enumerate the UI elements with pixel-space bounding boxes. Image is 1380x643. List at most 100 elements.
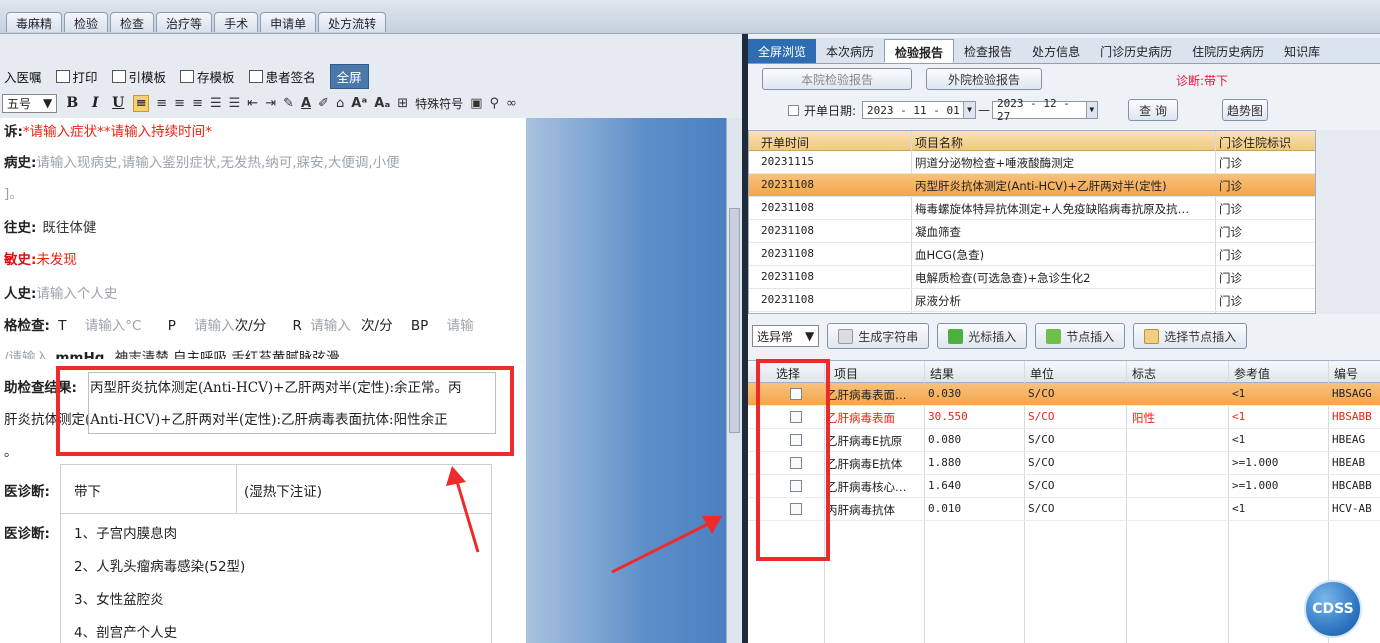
subscript-icon[interactable]: Aₐ (374, 96, 390, 111)
tab-request[interactable]: 申请单 (260, 12, 317, 32)
allergy-field[interactable]: 未发现 (36, 252, 77, 268)
generate-string-button[interactable]: 生成字符串 (827, 323, 930, 349)
table-row[interactable]: 乙肝病毒核心… 1.640 S/CO >=1.000 HBCABB (748, 475, 1380, 498)
past-history-field[interactable]: 既往体健 (42, 220, 96, 236)
abnormal-filter-select[interactable]: 选异常 ▼ (752, 325, 820, 347)
col-item-name[interactable]: 项目名称 (915, 134, 963, 151)
table-row-selected[interactable]: 20231108 丙型肝炎抗体测定(Anti-HCV)+乙肝两对半(定性) 门诊 (749, 174, 1315, 197)
tab-exam[interactable]: 检查 (110, 12, 155, 32)
table-row[interactable]: 20231108 血HCG(急查) 门诊 (749, 243, 1315, 266)
tab-current-record[interactable]: 本次病历 (816, 39, 884, 63)
table-row-abnormal[interactable]: 乙肝病毒表面 30.550 S/CO 阳性 <1 HBSABB (748, 406, 1380, 429)
table-row[interactable]: 20231108 电解质检查(可选急查)+急诊生化2 门诊 (749, 266, 1315, 289)
col-flag[interactable]: 标志 (1132, 365, 1156, 382)
table-row[interactable]: 20231108 梅毒螺旋体特异抗体测定+人免疫缺陷病毒抗原及抗… 门诊 (749, 197, 1315, 220)
node-insert-button[interactable]: 节点插入 (1035, 323, 1126, 349)
table-row[interactable]: 乙肝病毒E抗原 0.080 S/CO <1 HBEAG (748, 429, 1380, 452)
table-row-selected[interactable]: 乙肝病毒表面… 0.030 S/CO <1 HBSAGG (748, 383, 1380, 406)
pulse-field[interactable]: 请输入 (194, 318, 235, 334)
format-brush-icon[interactable]: ⌂ (336, 96, 344, 111)
highlight-icon[interactable]: ✐ (318, 96, 329, 111)
tab-lab-report[interactable]: 检验报告 (884, 39, 955, 63)
personal-history-label: 人史: (4, 286, 37, 302)
note-icon[interactable]: ▣ (470, 96, 482, 111)
tab-surgery[interactable]: 手术 (214, 12, 259, 32)
paint-icon[interactable]: ✎ (283, 96, 294, 111)
font-color-icon[interactable]: A (301, 96, 311, 111)
bold-button[interactable]: B (64, 95, 80, 111)
tab-inpatient-history[interactable]: 住院历史病历 (1182, 39, 1274, 63)
outdent-icon[interactable]: ⇤ (247, 96, 258, 111)
tab-treatment[interactable]: 治疗等 (156, 12, 213, 32)
align-left-icon[interactable]: ≡ (133, 94, 150, 112)
table-row[interactable]: 20231108 凝血筛查 门诊 (749, 220, 1315, 243)
tab-exam-report[interactable]: 检查报告 (954, 39, 1022, 63)
tab-knowledge-base[interactable]: 知识库 (1274, 39, 1330, 63)
pulse-label: P (167, 318, 176, 334)
date-filter-checkbox[interactable] (788, 104, 799, 116)
special-chars-icon[interactable]: ⊞ (397, 96, 408, 111)
select-node-insert-button[interactable]: 选择节点插入 (1133, 323, 1248, 349)
col-reference[interactable]: 参考值 (1234, 365, 1270, 382)
align-right-icon[interactable]: ≡ (174, 96, 185, 111)
calendar-dropdown-icon[interactable]: ▼ (963, 102, 976, 118)
print-button[interactable]: 打印 (55, 67, 98, 86)
cdss-button[interactable]: CDSS (1304, 580, 1362, 638)
binoculars-icon[interactable]: ∞ (506, 96, 517, 111)
col-code[interactable]: 编号 (1334, 365, 1358, 382)
external-report-button[interactable]: 外院检验报告 (926, 68, 1042, 90)
table-row[interactable]: 20231108 尿液分析 门诊 (749, 289, 1315, 312)
save-template-button[interactable]: 存模板 (180, 67, 235, 86)
search-icon[interactable]: ⚲ (489, 96, 499, 111)
calendar-dropdown-icon[interactable]: ▼ (1085, 102, 1098, 118)
complaint-field[interactable]: *请输入症状**请输入持续时间* (23, 124, 212, 140)
diagnosis-table-frame (60, 464, 492, 643)
superscript-icon[interactable]: Aᵃ (351, 96, 367, 111)
tab-lab[interactable]: 检验 (64, 12, 109, 32)
col-unit[interactable]: 单位 (1030, 365, 1054, 382)
align-center-icon[interactable]: ≡ (156, 96, 167, 111)
underline-button[interactable]: U (110, 95, 126, 111)
justify-icon[interactable]: ≡ (192, 96, 203, 111)
save-icon (180, 69, 195, 83)
tab-prescription-info[interactable]: 处方信息 (1022, 39, 1090, 63)
col-result[interactable]: 结果 (930, 365, 954, 382)
query-button[interactable]: 查 询 (1128, 99, 1179, 121)
table-row[interactable]: 丙肝病毒抗体 0.010 S/CO <1 HCV-AB (748, 498, 1380, 521)
resp-field[interactable]: 请输入 (310, 318, 351, 334)
table-side-area (1316, 130, 1380, 314)
personal-history-field[interactable]: 请输入个人史 (36, 286, 117, 302)
fullscreen-button[interactable]: 全屏 (329, 63, 369, 89)
font-size-select[interactable]: 五号 ▼ (2, 93, 58, 113)
tab-outpatient-history[interactable]: 门诊历史病历 (1090, 39, 1182, 63)
tab-prescription-flow[interactable]: 处方流转 (318, 12, 387, 32)
numbered-list-icon[interactable]: ☰ (210, 96, 222, 111)
present-illness-field[interactable]: 请输入现病史,请输入鉴别症状,无发热,纳可,寐安,大便调,小便 (36, 155, 399, 171)
internal-report-button[interactable]: 本院检验报告 (762, 68, 912, 90)
bp-field[interactable]: 请输 (447, 318, 474, 334)
check-icon (948, 328, 964, 344)
italic-button[interactable]: I (87, 95, 103, 111)
date-from-input[interactable]: 2023 - 11 - 01 ▼ (862, 101, 977, 119)
import-order-button[interactable]: 入医嘱 (4, 67, 42, 86)
tab-narcotics[interactable]: 毒麻精 (6, 12, 63, 32)
temp-field[interactable]: 请输入 (85, 318, 126, 334)
editor-scrollbar[interactable] (726, 118, 742, 643)
table-row[interactable]: 乙肝病毒E抗体 1.880 S/CO >=1.000 HBEAB (748, 452, 1380, 475)
indent-icon[interactable]: ⇥ (265, 96, 276, 111)
diagnosis-label: 诊断:带下 (1176, 74, 1229, 88)
resp-label: R (292, 318, 302, 334)
bp-field-2[interactable]: /请输入 (4, 350, 49, 359)
bullet-list-icon[interactable]: ☰ (229, 96, 241, 111)
special-chars-button[interactable]: 特殊符号 (415, 95, 463, 112)
col-visit-type[interactable]: 门诊住院标识 (1219, 134, 1291, 151)
trend-chart-button[interactable]: 趋势图 (1222, 99, 1269, 121)
patient-sign-button[interactable]: 患者签名 (248, 67, 316, 86)
ref-template-button[interactable]: 引模板 (111, 67, 166, 86)
col-order-date[interactable]: 开单时间 (761, 134, 809, 151)
table-row[interactable]: 20231115 阴道分泌物检查+唾液酸酶测定 门诊 (749, 151, 1315, 174)
tab-fullscreen-view[interactable]: 全屏浏览 (748, 39, 817, 63)
date-to-input[interactable]: 2023 - 12 - 27 ▼ (992, 97, 1099, 123)
col-item[interactable]: 项目 (834, 365, 858, 382)
cursor-insert-button[interactable]: 光标插入 (937, 323, 1028, 349)
